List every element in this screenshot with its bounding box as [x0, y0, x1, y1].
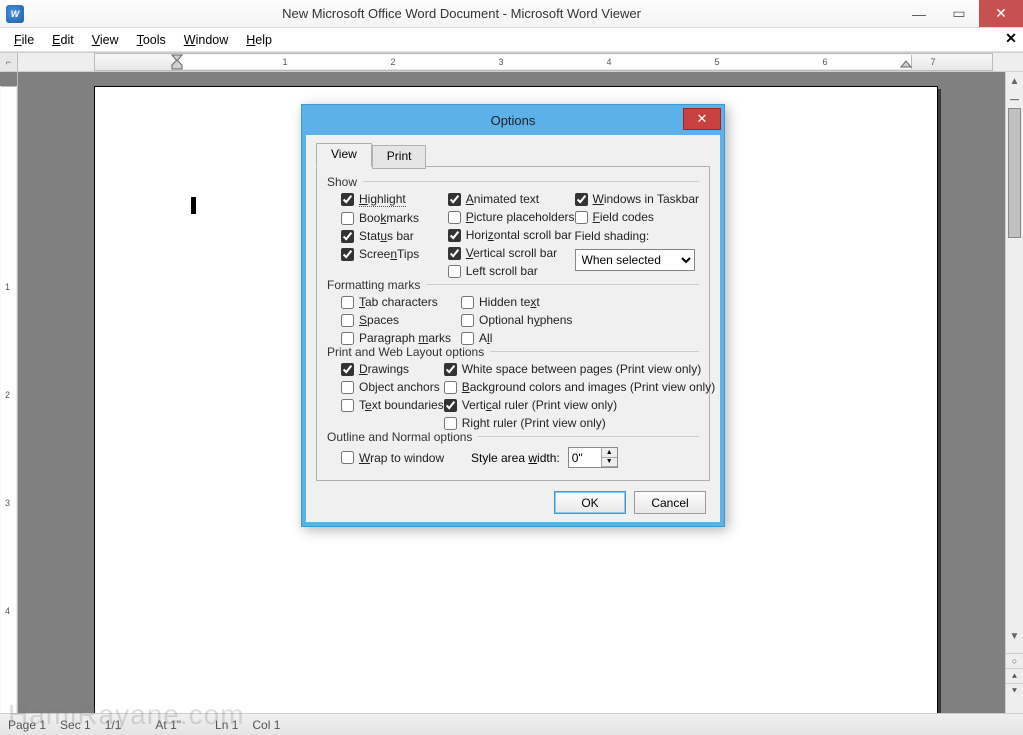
minimize-button[interactable]: — — [899, 0, 939, 27]
chk-wrap[interactable]: Wrap to window — [341, 451, 471, 465]
menu-tools[interactable]: Tools — [129, 30, 174, 50]
chk-drawings[interactable]: Drawings — [341, 362, 444, 376]
prev-page-icon[interactable]: ⯅ — [1006, 668, 1023, 683]
status-at: At 1" — [155, 718, 181, 732]
label-field-shading: Field shading: — [575, 229, 650, 243]
options-dialog: Options ✕ View Print Show Highlight Book… — [301, 104, 725, 527]
chk-background[interactable]: Background colors and images (Print view… — [444, 380, 715, 394]
next-page-icon[interactable]: ⯆ — [1006, 683, 1023, 698]
menubar: File Edit View Tools Window Help ✕ — [0, 28, 1023, 52]
browse-object-icon[interactable]: ○ — [1006, 653, 1023, 668]
ok-button[interactable]: OK — [554, 491, 626, 514]
ruler-mark-1: 1 — [282, 57, 287, 67]
spinner-style-area[interactable]: ▲ ▼ — [568, 447, 618, 468]
statusbar: Page 1 Sec 1 1/1 At 1" Ln 1 Col 1 — [0, 713, 1023, 735]
chk-all[interactable]: All — [461, 331, 572, 345]
chk-vruler[interactable]: Vertical ruler (Print view only) — [444, 398, 715, 412]
horizontal-ruler[interactable]: 1 2 3 4 5 6 7 — [94, 53, 993, 71]
group-printweb: Print and Web Layout options Drawings Ob… — [327, 351, 699, 430]
chk-tab[interactable]: Tab characters — [341, 295, 461, 309]
chk-rightruler[interactable]: Right ruler (Print view only) — [444, 416, 715, 430]
menu-window[interactable]: Window — [176, 30, 236, 50]
vertical-scrollbar[interactable]: ▲ — ▼ ○ ⯅ ⯆ — [1005, 72, 1023, 713]
chk-animated[interactable]: Animated text — [448, 192, 575, 206]
close-button[interactable]: ✕ — [979, 0, 1023, 27]
maximize-button[interactable]: ▭ — [939, 0, 979, 27]
ruler-mark-7: 7 — [930, 57, 935, 67]
chk-highlight[interactable]: Highlight — [341, 192, 448, 207]
dialog-title: Options — [491, 113, 536, 128]
menu-help[interactable]: Help — [238, 30, 280, 50]
ruler-mark-5: 5 — [714, 57, 719, 67]
document-close-icon[interactable]: ✕ — [1003, 30, 1019, 46]
scroll-up-icon[interactable]: ▲ — [1006, 72, 1023, 90]
dialog-titlebar[interactable]: Options ✕ — [302, 105, 724, 135]
scroll-down-icon[interactable]: ▼ — [1006, 627, 1023, 645]
vruler-mark-1: 1 — [5, 282, 10, 292]
label-style-area: Style area width: — [471, 451, 560, 465]
chk-hidden[interactable]: Hidden text — [461, 295, 572, 309]
ruler-mark-3: 3 — [498, 57, 503, 67]
titlebar: W New Microsoft Office Word Document - M… — [0, 0, 1023, 28]
chk-vscroll[interactable]: Vertical scroll bar — [448, 246, 575, 260]
chk-leftscroll[interactable]: Left scroll bar — [448, 264, 575, 278]
ruler-mark-2: 2 — [390, 57, 395, 67]
spinner-down-icon[interactable]: ▼ — [602, 458, 617, 468]
chk-bookmarks[interactable]: Bookmarks — [341, 211, 448, 225]
chk-screentips[interactable]: ScreenTips — [341, 247, 448, 261]
vruler-mark-2: 2 — [5, 390, 10, 400]
scroll-thumb[interactable] — [1008, 108, 1021, 238]
group-show: Show Highlight Bookmarks Status bar Scre… — [327, 181, 699, 278]
ruler-mark-6: 6 — [822, 57, 827, 67]
vruler-mark-4: 4 — [5, 606, 10, 616]
select-field-shading[interactable]: When selected — [575, 249, 695, 271]
vruler-mark-3: 3 — [5, 498, 10, 508]
chk-boundaries[interactable]: Text boundaries — [341, 398, 444, 412]
menu-edit[interactable]: Edit — [44, 30, 82, 50]
chk-fieldcodes[interactable]: Field codes — [575, 210, 700, 224]
chk-taskbar[interactable]: Windows in Taskbar — [575, 192, 700, 206]
chk-hyphens[interactable]: Optional hyphens — [461, 313, 572, 327]
app-icon: W — [6, 5, 24, 23]
tab-print[interactable]: Print — [372, 145, 427, 169]
chk-whitespace[interactable]: White space between pages (Print view on… — [444, 362, 715, 376]
window-controls: — ▭ ✕ — [899, 0, 1023, 27]
status-page: Page 1 — [8, 718, 46, 732]
right-indent-icon[interactable] — [900, 60, 912, 68]
tab-view[interactable]: View — [316, 143, 372, 167]
chk-hscroll[interactable]: Horizontal scroll bar — [448, 228, 575, 242]
horizontal-ruler-row: ⌐ 1 2 3 4 5 6 7 — [0, 52, 1023, 72]
menu-file[interactable]: File — [6, 30, 42, 50]
group-outline-label: Outline and Normal options — [327, 430, 478, 444]
chk-paragraph[interactable]: Paragraph marks — [341, 331, 461, 345]
group-formatting: Formatting marks Tab characters Spaces P… — [327, 284, 699, 345]
dialog-close-button[interactable]: ✕ — [683, 108, 721, 130]
text-cursor — [191, 197, 196, 214]
group-show-label: Show — [327, 175, 363, 189]
chk-statusbar[interactable]: Status bar — [341, 229, 448, 243]
status-ln: Ln 1 — [215, 718, 238, 732]
group-outline: Outline and Normal options Wrap to windo… — [327, 436, 699, 468]
menu-view[interactable]: View — [84, 30, 127, 50]
chk-anchors[interactable]: Object anchors — [341, 380, 444, 394]
status-count: 1/1 — [105, 718, 122, 732]
cancel-button[interactable]: Cancel — [634, 491, 706, 514]
group-printweb-label: Print and Web Layout options — [327, 345, 490, 359]
ruler-mark-4: 4 — [606, 57, 611, 67]
spinner-up-icon[interactable]: ▲ — [602, 448, 617, 458]
scroll-split-icon[interactable]: — — [1006, 90, 1023, 108]
status-sec: Sec 1 — [60, 718, 91, 732]
hanging-indent-icon[interactable] — [171, 60, 183, 70]
status-col: Col 1 — [252, 718, 280, 732]
vertical-ruler[interactable]: 1 2 3 4 — [0, 72, 18, 713]
input-style-area[interactable] — [569, 448, 601, 467]
window-title: New Microsoft Office Word Document - Mic… — [24, 6, 899, 21]
chk-picture[interactable]: Picture placeholders — [448, 210, 575, 224]
chk-spaces[interactable]: Spaces — [341, 313, 461, 327]
ruler-corner[interactable]: ⌐ — [0, 53, 18, 71]
group-formatting-label: Formatting marks — [327, 278, 426, 292]
